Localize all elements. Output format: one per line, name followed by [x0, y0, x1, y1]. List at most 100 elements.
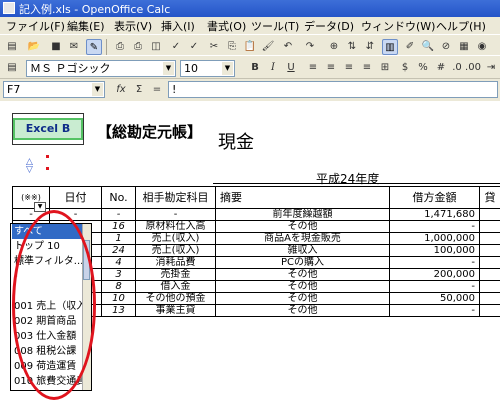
number-cell[interactable]: 16 [102, 221, 136, 233]
number-cell[interactable]: 13 [102, 305, 136, 317]
description-cell[interactable]: 前年度繰越額 [216, 209, 390, 221]
debit-cell[interactable]: - [390, 257, 480, 269]
credit-cell[interactable] [480, 233, 500, 245]
bold-icon[interactable]: B [247, 60, 263, 76]
name-box[interactable]: F7 ▼ [3, 81, 105, 98]
new-document-icon[interactable]: ▤ [4, 39, 20, 55]
italic-icon[interactable]: I [265, 60, 281, 76]
add-decimal-icon[interactable]: .0 [449, 60, 465, 76]
format-paintbrush-icon[interactable]: 🖌 [260, 39, 276, 55]
email-icon[interactable]: ✉ [66, 39, 82, 55]
debit-cell[interactable]: - [390, 221, 480, 233]
delete-decimal-icon[interactable]: .00 [465, 60, 481, 76]
number-cell[interactable]: 4 [102, 257, 136, 269]
styles-formatting-icon[interactable]: ▤ [4, 60, 20, 76]
chart-icon[interactable]: ▥ [382, 39, 398, 55]
number-cell[interactable]: 3 [102, 269, 136, 281]
credit-cell[interactable] [480, 305, 500, 317]
formula-input[interactable]: ! [168, 81, 498, 98]
description-cell[interactable]: その他 [216, 281, 390, 293]
credit-cell[interactable] [480, 281, 500, 293]
font-name-combobox[interactable]: ＭＳ Ｐゴシック ▼ [26, 60, 176, 77]
chevron-down-icon[interactable]: ▼ [92, 83, 103, 96]
undo-icon[interactable]: ↶ [280, 39, 296, 55]
credit-cell[interactable] [480, 221, 500, 233]
number-cell[interactable]: 10 [102, 293, 136, 305]
credit-cell[interactable] [480, 209, 500, 221]
description-cell[interactable]: その他 [216, 269, 390, 281]
menu-view[interactable]: 表示(V) [114, 18, 152, 34]
paste-icon[interactable]: 📋 [242, 39, 258, 55]
auto-spellcheck-icon[interactable]: ✓ [186, 39, 202, 55]
hyperlink-icon[interactable]: ⊕ [326, 39, 342, 55]
edit-file-icon[interactable]: ✎ [86, 39, 102, 55]
description-cell[interactable]: その他 [216, 293, 390, 305]
description-cell[interactable]: その他 [216, 305, 390, 317]
credit-cell[interactable] [480, 293, 500, 305]
account-cell[interactable]: 事業主貸 [136, 305, 216, 317]
page-preview-icon[interactable]: ◫ [148, 39, 164, 55]
account-cell[interactable]: 売掛金 [136, 269, 216, 281]
navigator-icon[interactable]: ⊘ [438, 39, 454, 55]
menu-help[interactable]: ヘルプ(H) [436, 18, 486, 34]
chevron-down-icon[interactable]: ▼ [222, 62, 233, 75]
description-cell[interactable]: 雑収入 [216, 245, 390, 257]
menu-tools[interactable]: ツール(T) [251, 18, 299, 34]
sort-arrows-icon[interactable]: △ ▽ [26, 158, 33, 175]
debit-cell[interactable]: 50,000 [390, 293, 480, 305]
menu-window[interactable]: ウィンドウ(W) [361, 18, 435, 34]
font-size-combobox[interactable]: 10 ▼ [180, 60, 235, 77]
percent-format-icon[interactable]: % [415, 60, 431, 76]
justify-icon[interactable]: ≡ [359, 60, 375, 76]
menu-data[interactable]: データ(D) [304, 18, 354, 34]
currency-format-icon[interactable]: $ [397, 60, 413, 76]
account-cell[interactable]: 売上(収入) [136, 233, 216, 245]
sort-ascending-icon[interactable]: ⇅ [344, 39, 360, 55]
number-cell[interactable]: 24 [102, 245, 136, 257]
redo-icon[interactable]: ↷ [302, 39, 318, 55]
gallery-icon[interactable]: ▦ [456, 39, 472, 55]
debit-cell[interactable]: 200,000 [390, 269, 480, 281]
chevron-down-icon[interactable]: ▼ [163, 62, 174, 75]
credit-cell[interactable] [480, 245, 500, 257]
description-cell[interactable]: 商品Aを現金販売 [216, 233, 390, 245]
credit-cell[interactable] [480, 269, 500, 281]
debit-cell[interactable]: 1,000,000 [390, 233, 480, 245]
debit-cell[interactable]: - [390, 305, 480, 317]
menu-insert[interactable]: 挿入(I) [161, 18, 195, 34]
account-cell[interactable]: 消耗品費 [136, 257, 216, 269]
number-cell[interactable]: - [102, 209, 136, 221]
indent-icon[interactable]: ⇥ [483, 60, 499, 76]
menu-edit[interactable]: 編集(E) [67, 18, 105, 34]
align-left-icon[interactable]: ≡ [305, 60, 321, 76]
function-equals-icon[interactable]: = [149, 82, 165, 98]
account-cell[interactable]: 借入金 [136, 281, 216, 293]
description-cell[interactable]: PCの購入 [216, 257, 390, 269]
find-replace-icon[interactable]: 🔍 [420, 39, 436, 55]
sort-descending-icon[interactable]: ⇵ [362, 39, 378, 55]
save-icon[interactable]: ■ [48, 39, 64, 55]
menu-file[interactable]: ファイル(F) [6, 18, 65, 34]
account-cell[interactable]: その他の預金 [136, 293, 216, 305]
underline-icon[interactable]: U [283, 60, 299, 76]
align-right-icon[interactable]: ≡ [341, 60, 357, 76]
debit-cell[interactable]: 1,471,680 [390, 209, 480, 221]
print-icon[interactable]: ⎙ [130, 39, 146, 55]
account-cell[interactable]: - [136, 209, 216, 221]
align-center-icon[interactable]: ≡ [323, 60, 339, 76]
account-cell[interactable]: 原材料仕入高 [136, 221, 216, 233]
draw-functions-icon[interactable]: ✐ [402, 39, 418, 55]
sum-icon[interactable]: Σ [131, 82, 147, 98]
menu-format[interactable]: 書式(O) [207, 18, 246, 34]
copy-icon[interactable]: ⎘ [224, 39, 240, 55]
function-wizard-icon[interactable]: fx [113, 82, 129, 98]
number-cell[interactable]: 8 [102, 281, 136, 293]
number-format-icon[interactable]: # [433, 60, 449, 76]
open-folder-icon[interactable]: 📂 [26, 39, 42, 55]
number-cell[interactable]: 1 [102, 233, 136, 245]
spellcheck-icon[interactable]: ✓ [168, 39, 184, 55]
debit-cell[interactable]: 100,000 [390, 245, 480, 257]
credit-cell[interactable] [480, 257, 500, 269]
export-pdf-icon[interactable]: ⎙ [112, 39, 128, 55]
description-cell[interactable]: その他 [216, 221, 390, 233]
